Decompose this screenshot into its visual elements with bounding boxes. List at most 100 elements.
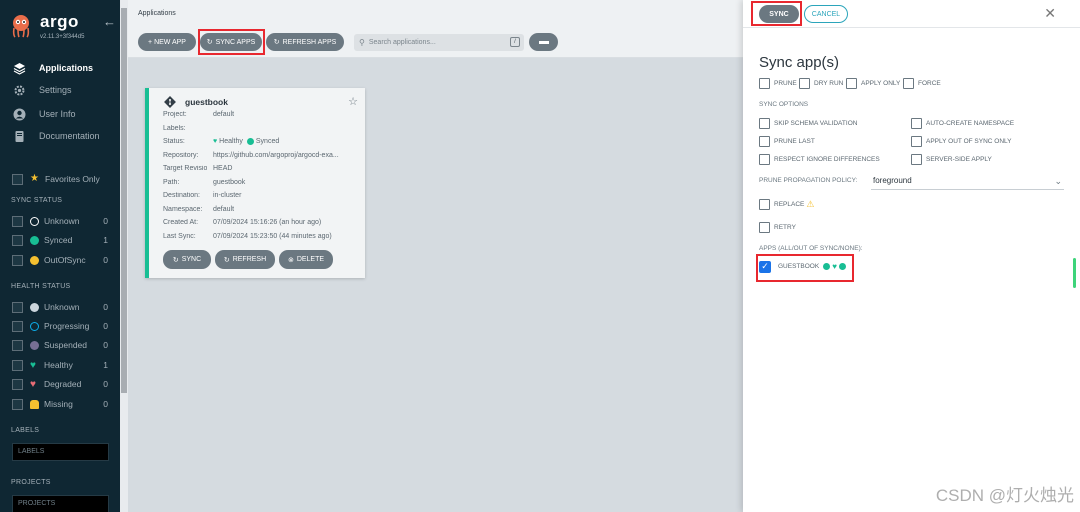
view-toggle-button[interactable] (529, 33, 558, 51)
option-replace[interactable]: REPLACE ⚠ (759, 198, 814, 210)
sidebar: argo v2.11.3+3f344d5 ← Applications Sett… (0, 0, 120, 512)
option-prune[interactable]: PRUNE (759, 77, 797, 89)
checkbox[interactable] (759, 117, 770, 129)
top-bar: Applications (128, 0, 743, 28)
sync-options-title: SYNC OPTIONS (759, 101, 809, 108)
option-auto-create-namespace[interactable]: AUTO-CREATE NAMESPACE (911, 117, 1014, 129)
filter-label: Synced (44, 235, 73, 245)
row-key: Last Sync: (163, 233, 196, 240)
checkbox[interactable] (759, 77, 770, 89)
option-apply-only[interactable]: APPLY ONLY (846, 77, 900, 89)
checkbox[interactable] (911, 117, 922, 129)
checkbox[interactable] (759, 221, 770, 233)
layers-icon (12, 61, 26, 75)
prune-propagation-policy-label: PRUNE PROPAGATION POLICY: (759, 177, 858, 184)
option-server-side-apply[interactable]: SERVER-SIDE APPLY (911, 153, 992, 165)
star-outline-icon[interactable]: ☆ (348, 95, 358, 108)
health-filter-healthy[interactable]: ♥ Healthy 1 (12, 358, 108, 372)
breadcrumb[interactable]: Applications (138, 10, 176, 17)
nav-label: Documentation (39, 131, 100, 141)
filter-label: Healthy (44, 360, 73, 370)
filter-checkbox[interactable] (12, 398, 23, 410)
filter-checkbox[interactable] (12, 359, 23, 371)
close-icon[interactable]: ✕ (1044, 5, 1056, 22)
health-filter-suspended[interactable]: Suspended 0 (12, 338, 108, 352)
row-value: 07/09/2024 15:23:50 (44 minutes ago) (213, 233, 332, 240)
option-retry[interactable]: RETRY (759, 221, 796, 233)
option-label: SERVER-SIDE APPLY (926, 155, 992, 163)
favorites-filter[interactable]: ★ Favorites Only (12, 172, 108, 186)
health-filter-missing[interactable]: Missing 0 (12, 397, 108, 411)
app-tile-guestbook[interactable]: guestbook ☆ Project: default Labels: Stat… (145, 88, 365, 278)
checkbox[interactable] (846, 77, 857, 89)
filter-checkbox[interactable] (12, 320, 23, 332)
scrollbar-thumb[interactable] (121, 8, 127, 393)
option-force[interactable]: FORCE (903, 77, 941, 89)
checkbox[interactable] (799, 77, 810, 89)
option-respect-ignore-differences[interactable]: RESPECT IGNORE DIFFERENCES (759, 153, 880, 165)
prune-propagation-policy-select[interactable]: foreground ⌄ (871, 172, 1064, 190)
gear-icon (12, 83, 26, 97)
nav-user-info[interactable]: User Info (12, 106, 76, 122)
nav-applications[interactable]: Applications (12, 60, 93, 76)
warning-icon: ⚠ (806, 198, 815, 209)
sync-filter-outofsync[interactable]: OutOfSync 0 (12, 253, 108, 267)
option-dry-run[interactable]: DRY RUN (799, 77, 843, 89)
health-filter-unknown[interactable]: Unknown 0 (12, 300, 108, 314)
checkbox[interactable] (759, 135, 770, 147)
tile-row-status: Status: ♥ Healthy Synced (163, 138, 363, 148)
filter-label: Degraded (44, 379, 82, 389)
checkbox[interactable] (911, 153, 922, 165)
new-app-button[interactable]: + NEW APP (138, 33, 196, 51)
book-icon (12, 129, 26, 143)
row-value: ♥ Healthy Synced (213, 138, 279, 145)
row-value: in-cluster (213, 192, 242, 199)
checkbox[interactable] (911, 135, 922, 147)
tile-row-labels: Labels: (163, 125, 363, 135)
option-label: APPLY ONLY (861, 79, 901, 87)
health-filter-degraded[interactable]: ♥ Degraded 0 (12, 377, 108, 391)
row-key: Target Revision: (163, 165, 207, 172)
labels-title: LABELS (11, 427, 40, 434)
cancel-button[interactable]: CANCEL (804, 5, 848, 23)
collapse-arrow-icon[interactable]: ← (103, 14, 116, 29)
filter-count: 0 (103, 302, 108, 312)
filter-count: 0 (103, 321, 108, 331)
row-value: default (213, 206, 235, 213)
sidebar-scrollbar[interactable] (120, 0, 128, 512)
filter-checkbox[interactable] (12, 254, 23, 266)
checkbox[interactable] (759, 198, 770, 210)
option-prune-last[interactable]: PRUNE LAST (759, 135, 815, 147)
tile-sync-button[interactable]: ↻ SYNC (163, 250, 211, 269)
sync-filter-unknown[interactable]: Unknown 0 (12, 214, 108, 228)
tile-delete-button[interactable]: ⊗ DELETE (279, 250, 333, 269)
refresh-apps-button[interactable]: ↻ REFRESH APPS (266, 33, 344, 51)
favorites-checkbox[interactable] (12, 173, 23, 185)
filter-checkbox[interactable] (12, 234, 23, 246)
broken-heart-icon: ♥ (30, 378, 36, 390)
nav-documentation[interactable]: Documentation (12, 128, 100, 144)
health-filter-progressing[interactable]: Progressing 0 (12, 319, 108, 333)
logo[interactable]: argo v2.11.3+3f344d5 ← (8, 12, 116, 44)
option-label: RETRY (774, 223, 796, 231)
projects-input[interactable]: PROJECTS (12, 495, 109, 512)
apps-selection-title[interactable]: APPS (ALL/OUT OF SYNC/NONE): (759, 245, 863, 252)
panel-scrollbar[interactable] (1073, 258, 1076, 288)
filter-checkbox[interactable] (12, 378, 23, 390)
app-name[interactable]: guestbook (185, 97, 228, 107)
labels-input[interactable]: LABELS (12, 443, 109, 461)
filter-checkbox[interactable] (12, 339, 23, 351)
question-circle-icon (30, 302, 39, 312)
option-apply-out-of-sync-only[interactable]: APPLY OUT OF SYNC ONLY (911, 135, 1012, 147)
filter-checkbox[interactable] (12, 215, 23, 227)
nav-label: Settings (39, 85, 72, 95)
search-input[interactable]: ⚲ Search applications... / (354, 34, 524, 51)
sync-filter-synced[interactable]: Synced 1 (12, 233, 108, 247)
option-skip-schema-validation[interactable]: SKIP SCHEMA VALIDATION (759, 117, 857, 129)
checkbox[interactable] (759, 153, 770, 165)
checkbox[interactable] (903, 77, 914, 89)
filter-checkbox[interactable] (12, 301, 23, 313)
nav-settings[interactable]: Settings (12, 82, 72, 98)
health-status-title: HEALTH STATUS (11, 283, 71, 290)
tile-refresh-button[interactable]: ↻ REFRESH (215, 250, 275, 269)
